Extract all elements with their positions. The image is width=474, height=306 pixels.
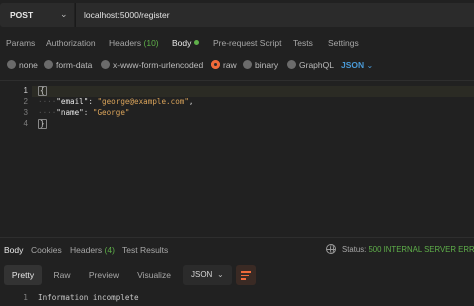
radio-binary[interactable] bbox=[243, 60, 252, 69]
method-select[interactable]: POST ⌄ bbox=[0, 3, 74, 27]
radio-form-data[interactable] bbox=[44, 60, 53, 69]
tab-settings[interactable]: Settings bbox=[328, 38, 359, 48]
radio-raw[interactable] bbox=[211, 60, 220, 69]
tab-pre-request-script[interactable]: Pre-request Script bbox=[213, 38, 282, 48]
headers-count: (10) bbox=[143, 38, 159, 48]
code-line-1: { bbox=[38, 86, 47, 96]
request-tabs: Params Authorization Headers (10) Body P… bbox=[0, 33, 474, 55]
response-view-row: Pretty Raw Preview Visualize JSON ⌄ bbox=[0, 263, 474, 287]
tab-response-headers[interactable]: Headers (4) bbox=[70, 245, 115, 255]
tab-headers[interactable]: Headers (10) bbox=[109, 38, 159, 48]
radio-form-data-label: form-data bbox=[56, 60, 93, 70]
line-number: 2 bbox=[23, 97, 28, 106]
chevron-down-icon: ⌄ bbox=[366, 61, 374, 70]
chevron-down-icon: ⌄ bbox=[217, 270, 224, 279]
url-input[interactable]: localhost:5000/register bbox=[75, 3, 474, 27]
body-type-row: none form-data x-www-form-urlencoded raw… bbox=[0, 56, 474, 74]
pane-divider[interactable] bbox=[0, 237, 474, 238]
radio-graphql-label: GraphQL bbox=[299, 60, 334, 70]
radio-raw-label: raw bbox=[223, 60, 237, 70]
tab-body[interactable]: Body bbox=[172, 38, 200, 48]
body-indicator-dot bbox=[194, 40, 200, 45]
line-number: 4 bbox=[23, 119, 28, 128]
status-badge: Status: 500 INTERNAL SERVER ERROR bbox=[342, 245, 474, 254]
response-format-select[interactable]: JSON ⌄ bbox=[183, 265, 232, 285]
tab-cookies[interactable]: Cookies bbox=[31, 245, 62, 255]
tab-authorization[interactable]: Authorization bbox=[46, 38, 96, 48]
response-body-text: Information incomplete bbox=[38, 293, 139, 302]
tab-test-results[interactable]: Test Results bbox=[122, 245, 168, 255]
code-line-3: ····"name": "George" bbox=[38, 108, 130, 117]
view-preview-button[interactable]: Preview bbox=[84, 265, 124, 285]
body-format-select[interactable]: JSON ⌄ bbox=[341, 60, 373, 70]
request-body-editor[interactable]: 1 2 3 4 { ····"email": "george@example.c… bbox=[0, 80, 474, 235]
tab-params[interactable]: Params bbox=[6, 38, 35, 48]
view-raw-button[interactable]: Raw bbox=[48, 265, 76, 285]
radio-graphql[interactable] bbox=[287, 60, 296, 69]
response-format-label: JSON bbox=[191, 270, 213, 279]
view-pretty-button[interactable]: Pretty bbox=[4, 265, 42, 285]
radio-none-label: none bbox=[19, 60, 38, 70]
radio-binary-label: binary bbox=[255, 60, 279, 70]
current-line-highlight bbox=[32, 86, 474, 97]
url-bar: POST ⌄ localhost:5000/register bbox=[0, 0, 474, 31]
view-visualize-button[interactable]: Visualize bbox=[134, 265, 174, 285]
response-line-number: 1 bbox=[23, 293, 28, 302]
globe-icon[interactable] bbox=[326, 244, 336, 254]
wrap-lines-icon[interactable] bbox=[236, 265, 256, 285]
tab-response-body[interactable]: Body bbox=[4, 245, 23, 255]
method-label: POST bbox=[10, 10, 34, 20]
chevron-down-icon: ⌄ bbox=[60, 9, 68, 19]
radio-urlencoded[interactable] bbox=[101, 60, 110, 69]
code-line-2: ····"email": "george@example.com", bbox=[38, 97, 194, 106]
code-line-4: } bbox=[38, 119, 47, 129]
line-number: 1 bbox=[23, 86, 28, 95]
line-number: 3 bbox=[23, 108, 28, 117]
response-tabs: Body Cookies Headers (4) Test Results St… bbox=[0, 241, 474, 261]
url-text: localhost:5000/register bbox=[84, 10, 170, 20]
radio-urlencoded-label: x-www-form-urlencoded bbox=[113, 60, 204, 70]
radio-none[interactable] bbox=[7, 60, 16, 69]
tab-tests[interactable]: Tests bbox=[293, 38, 313, 48]
